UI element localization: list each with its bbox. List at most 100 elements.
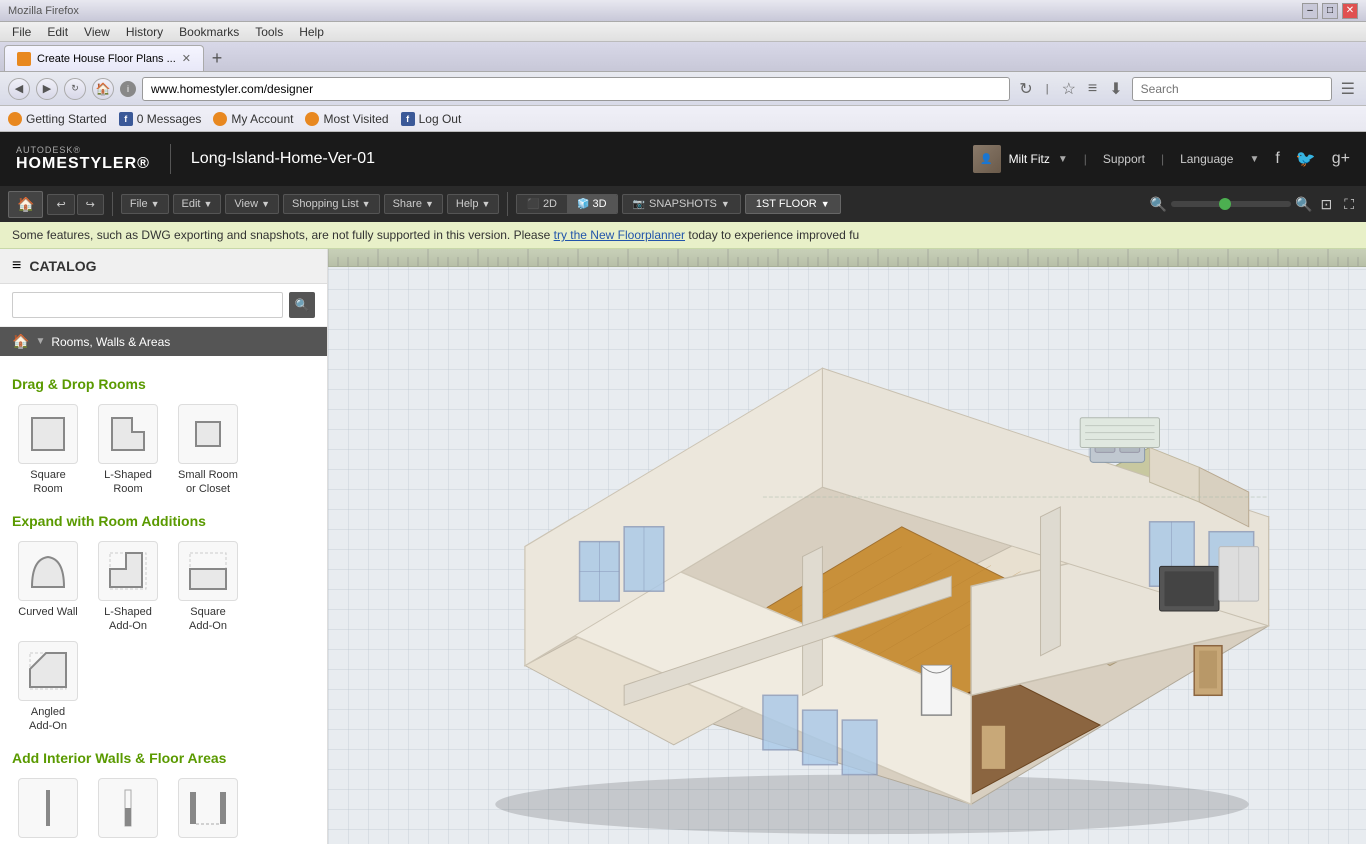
item-curved-wall[interactable]: Curved Wall	[12, 541, 84, 634]
item-angled-addon[interactable]: AngledAdd-On	[12, 641, 84, 734]
address-bar: ◀ ▶ ↻ 🏠 i ↻ | ☆ ≡ ⬇ ☰	[0, 72, 1366, 106]
user-name: Milt Fitz	[1009, 152, 1050, 166]
item-square-addon[interactable]: SquareAdd-On	[172, 541, 244, 634]
forward-button[interactable]: ▶	[36, 78, 58, 100]
menu-file[interactable]: File	[4, 23, 39, 41]
interior-wall-icon	[18, 778, 78, 838]
file-menu-button[interactable]: File▼	[121, 194, 169, 214]
catalog-search-button[interactable]: 🔍	[289, 292, 315, 318]
zoom-control: 🔍 🔍 ⊡ ⛶	[1150, 196, 1358, 213]
menu-edit[interactable]: Edit	[39, 23, 76, 41]
zoom-in-icon[interactable]: 🔍	[1295, 196, 1312, 213]
home-button[interactable]: 🏠	[92, 78, 114, 100]
help-button[interactable]: Help▼	[447, 194, 500, 214]
section-drag-drop-title: Drag & Drop Rooms	[12, 376, 315, 392]
user-avatar: 👤	[973, 145, 1001, 173]
redo-button[interactable]: ↪	[77, 194, 104, 215]
l-shaped-room-icon	[98, 404, 158, 464]
new-floorplanner-link[interactable]: try the New Floorplanner	[554, 228, 685, 242]
browser-tab-active[interactable]: Create House Floor Plans ... ✕	[4, 45, 204, 71]
gplus-social-icon[interactable]: g+	[1332, 150, 1350, 168]
small-room-label: Small Roomor Closet	[178, 468, 238, 497]
maximize-button[interactable]: □	[1322, 3, 1338, 19]
main-viewport[interactable]: // ruler ticks will be added via JS belo…	[328, 249, 1366, 844]
window-controls: – □ ✕	[1302, 3, 1358, 19]
breadcrumb: 🏠 ▼ Rooms, Walls & Areas	[0, 327, 327, 356]
bookmark-logout[interactable]: f Log Out	[401, 112, 462, 126]
catalog-search-input[interactable]	[12, 292, 283, 318]
item-l-shaped-room[interactable]: L-ShapedRoom	[92, 404, 164, 497]
menu-view[interactable]: View	[76, 23, 118, 41]
minimize-button[interactable]: –	[1302, 3, 1318, 19]
floor-selector-button[interactable]: 1ST FLOOR ▼	[745, 194, 841, 214]
back-button[interactable]: ◀	[8, 78, 30, 100]
header-separator-1: |	[1084, 152, 1087, 166]
item-small-room[interactable]: Small Roomor Closet	[172, 404, 244, 497]
zoom-slider[interactable]	[1171, 201, 1291, 207]
support-link[interactable]: Support	[1103, 152, 1145, 166]
menu-history[interactable]: History	[118, 23, 171, 41]
zoom-out-icon[interactable]: 🔍	[1150, 196, 1167, 213]
app-container: AUTODESK® HOMESTYLER® Long-Island-Home-V…	[0, 132, 1366, 844]
menu-tools[interactable]: Tools	[247, 23, 291, 41]
browser-titlebar: Mozilla Firefox – □ ✕	[0, 0, 1366, 22]
bookmark-label: Log Out	[419, 112, 462, 126]
undo-button[interactable]: ↩	[47, 194, 74, 215]
breadcrumb-home-icon[interactable]: 🏠	[12, 333, 29, 350]
twitter-social-icon[interactable]: 🐦	[1296, 149, 1316, 169]
app-header: AUTODESK® HOMESTYLER® Long-Island-Home-V…	[0, 132, 1366, 186]
square-addon-icon	[178, 541, 238, 601]
share-button[interactable]: Share▼	[384, 194, 443, 214]
view-menu-button[interactable]: View▼	[225, 194, 279, 214]
home-tool-button[interactable]: 🏠	[8, 191, 43, 218]
user-info[interactable]: 👤 Milt Fitz ▼	[973, 145, 1068, 173]
angled-addon-label: AngledAdd-On	[29, 705, 67, 734]
item-interior-wall[interactable]: InteriorWall	[12, 778, 84, 844]
close-button[interactable]: ✕	[1342, 3, 1358, 19]
square-room-icon	[18, 404, 78, 464]
bookmark-star-icon[interactable]: ☆	[1059, 79, 1079, 99]
half-wall-icon	[98, 778, 158, 838]
bookmark-getting-started[interactable]: Getting Started	[8, 112, 107, 126]
item-wall-opening[interactable]: WallOpening	[172, 778, 244, 844]
item-half-wall[interactable]: Half Wall	[92, 778, 164, 844]
view-toggle: ⬛ 2D 🧊 3D	[516, 194, 617, 214]
bookmark-most-visited[interactable]: Most Visited	[305, 112, 388, 126]
square-addon-label: SquareAdd-On	[189, 605, 227, 634]
menu-icon[interactable]: ☰	[1338, 79, 1358, 99]
panel-header: ≡ CATALOG	[0, 249, 327, 284]
edit-menu-button[interactable]: Edit▼	[173, 194, 222, 214]
refresh-button[interactable]: ↻	[64, 78, 86, 100]
url-input[interactable]	[142, 77, 1010, 101]
tab-label: Create House Floor Plans ...	[37, 53, 176, 65]
fit-screen-button[interactable]: ⊡	[1316, 196, 1336, 213]
new-tab-button[interactable]: +	[204, 45, 230, 71]
item-square-room[interactable]: SquareRoom	[12, 404, 84, 497]
language-link[interactable]: Language	[1180, 152, 1233, 166]
facebook-social-icon[interactable]: f	[1275, 150, 1279, 168]
bookmark-my-account[interactable]: My Account	[213, 112, 293, 126]
fullscreen-button[interactable]: ⛶	[1340, 196, 1358, 213]
tab-close-button[interactable]: ✕	[182, 52, 191, 65]
item-l-shaped-addon[interactable]: L-ShapedAdd-On	[92, 541, 164, 634]
small-room-icon	[178, 404, 238, 464]
view-2d-button[interactable]: ⬛ 2D	[517, 195, 567, 213]
catalog-search: 🔍	[0, 284, 327, 327]
menu-help[interactable]: Help	[291, 23, 332, 41]
reader-icon[interactable]: ≡	[1085, 80, 1100, 98]
tab-favicon	[17, 52, 31, 66]
ruler-top-svg: // ruler ticks will be added via JS belo…	[328, 249, 1366, 266]
snapshots-button[interactable]: 📷 SNAPSHOTS ▼	[622, 194, 741, 214]
refresh-icon[interactable]: ↻	[1016, 79, 1035, 99]
bookmark-messages[interactable]: f 0 Messages	[119, 112, 202, 126]
view-3d-button[interactable]: 🧊 3D	[567, 195, 617, 213]
notification-text: Some features, such as DWG exporting and…	[12, 228, 554, 242]
user-dropdown-arrow: ▼	[1058, 154, 1068, 165]
menu-bookmarks[interactable]: Bookmarks	[171, 23, 247, 41]
search-input[interactable]	[1132, 77, 1332, 101]
shopping-list-button[interactable]: Shopping List▼	[283, 194, 380, 214]
ruler-top: // ruler ticks will be added via JS belo…	[328, 249, 1366, 267]
menu-bar: File Edit View History Bookmarks Tools H…	[0, 22, 1366, 42]
zoom-thumb[interactable]	[1219, 198, 1231, 210]
download-icon[interactable]: ⬇	[1106, 79, 1125, 99]
